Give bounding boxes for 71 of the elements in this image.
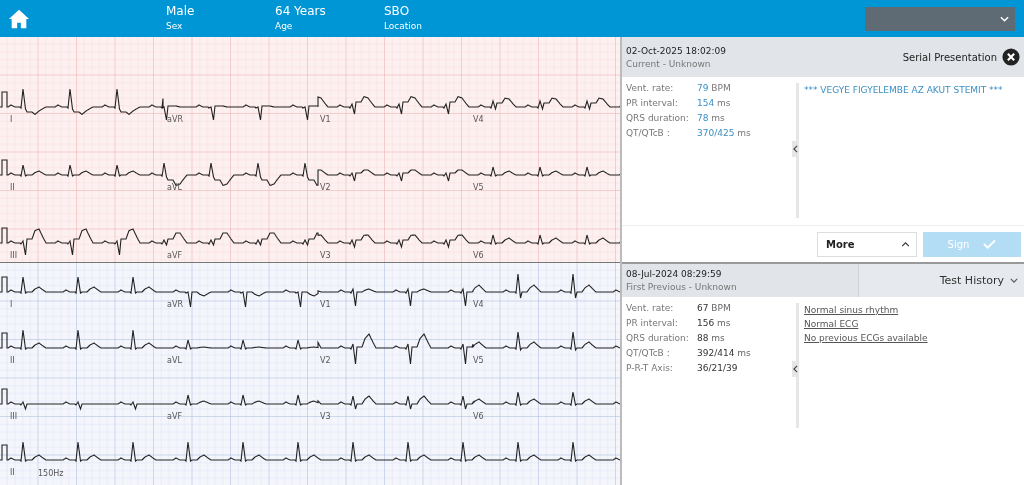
lead-label: aVL [167, 355, 182, 365]
measurement-value: 78 ms [697, 113, 726, 125]
patient-field-label: Age [275, 20, 294, 33]
test-history-dropdown[interactable]: Test History [858, 264, 1024, 297]
measurement-label: QRS duration: [626, 113, 690, 125]
chevron-down-icon [1000, 15, 1009, 22]
measurement-value: 67 BPM [697, 303, 732, 315]
report-subtitle: First Previous - Unknown [626, 282, 737, 292]
measurement-label: QT/QTcB : [626, 128, 671, 140]
lead-label: I [10, 299, 13, 309]
interpretation-statement: Normal sinus rhythm [804, 305, 900, 315]
chevron-left-icon [793, 365, 798, 373]
interpretation-statement: *** VEGYE FIGYELEMBE AZ AKUT STEMIT *** [804, 85, 1003, 95]
measurement-value: 154 ms [697, 98, 732, 110]
lead-label: aVR [167, 299, 183, 309]
lead-label: II [10, 467, 15, 477]
interpretation-statement: No previous ECGs available [804, 333, 928, 343]
measurement-label: PR interval: [626, 98, 679, 110]
measurement-value: 79 BPM [697, 83, 732, 95]
lead-label: V6 [473, 251, 484, 260]
chevron-down-icon [1010, 278, 1018, 283]
check-icon [983, 239, 997, 249]
lead-label: V2 [320, 183, 331, 192]
measurement-value: 36/21/39 [697, 363, 739, 375]
lead-label: V4 [473, 299, 484, 309]
patient-field-label: Location [384, 20, 424, 33]
lead-label: V4 [473, 115, 484, 124]
interpretation-statement: Normal ECG [804, 319, 860, 329]
collapse-handle[interactable] [792, 361, 799, 377]
caret-up-icon [901, 241, 910, 247]
more-dropdown[interactable]: More [817, 231, 917, 257]
measurement-label: QRS duration: [626, 333, 690, 345]
serial-presentation-label: Serial Presentation [902, 51, 997, 63]
lead-label: aVL [167, 183, 182, 192]
close-icon[interactable] [1002, 48, 1020, 66]
lead-label: V3 [320, 411, 331, 421]
home-icon[interactable] [8, 7, 30, 30]
measurement-label: Vent. rate: [626, 83, 675, 95]
measurement-value: 88 ms [697, 333, 726, 345]
measurement-value: 156 ms [697, 318, 732, 330]
filter-label: 150Hz [38, 468, 64, 478]
patient-field-label: Sex [166, 20, 184, 33]
patient-field-value: SBO [384, 4, 411, 19]
lead-label: V6 [473, 411, 484, 421]
report-datetime: 02-Oct-2025 18:02:09 [626, 45, 726, 56]
collapse-handle[interactable] [792, 141, 799, 157]
measurement-label: P-R-T Axis: [626, 363, 674, 375]
lead-label: V5 [473, 183, 484, 192]
lead-label: aVR [167, 115, 183, 124]
report-subtitle: Current - Unknown [626, 58, 712, 69]
measurement-value: 392/414 ms [697, 348, 752, 360]
lead-label: V1 [320, 115, 331, 124]
lead-label: II [10, 183, 15, 192]
measurement-label: QT/QTcB : [626, 348, 671, 360]
measurement-label: PR interval: [626, 318, 679, 330]
patient-field-value: Male [166, 4, 196, 19]
report-datetime: 08-Jul-2024 08:29:59 [626, 269, 723, 279]
chevron-left-icon [793, 145, 798, 153]
measurement-value: 370/425 ms [697, 128, 752, 140]
lead-label: aVF [167, 411, 182, 421]
patient-field-value: 64 Years [275, 4, 327, 19]
lead-label: III [10, 411, 18, 421]
lead-label: V5 [473, 355, 484, 365]
lead-label: V3 [320, 251, 331, 260]
lead-label: II [10, 355, 15, 365]
lead-label: aVF [167, 251, 182, 260]
lead-label: V1 [320, 299, 331, 309]
measurement-label: Vent. rate: [626, 303, 675, 315]
lead-label: I [10, 115, 13, 124]
lead-label: III [10, 251, 18, 260]
lead-label: V2 [320, 355, 331, 365]
